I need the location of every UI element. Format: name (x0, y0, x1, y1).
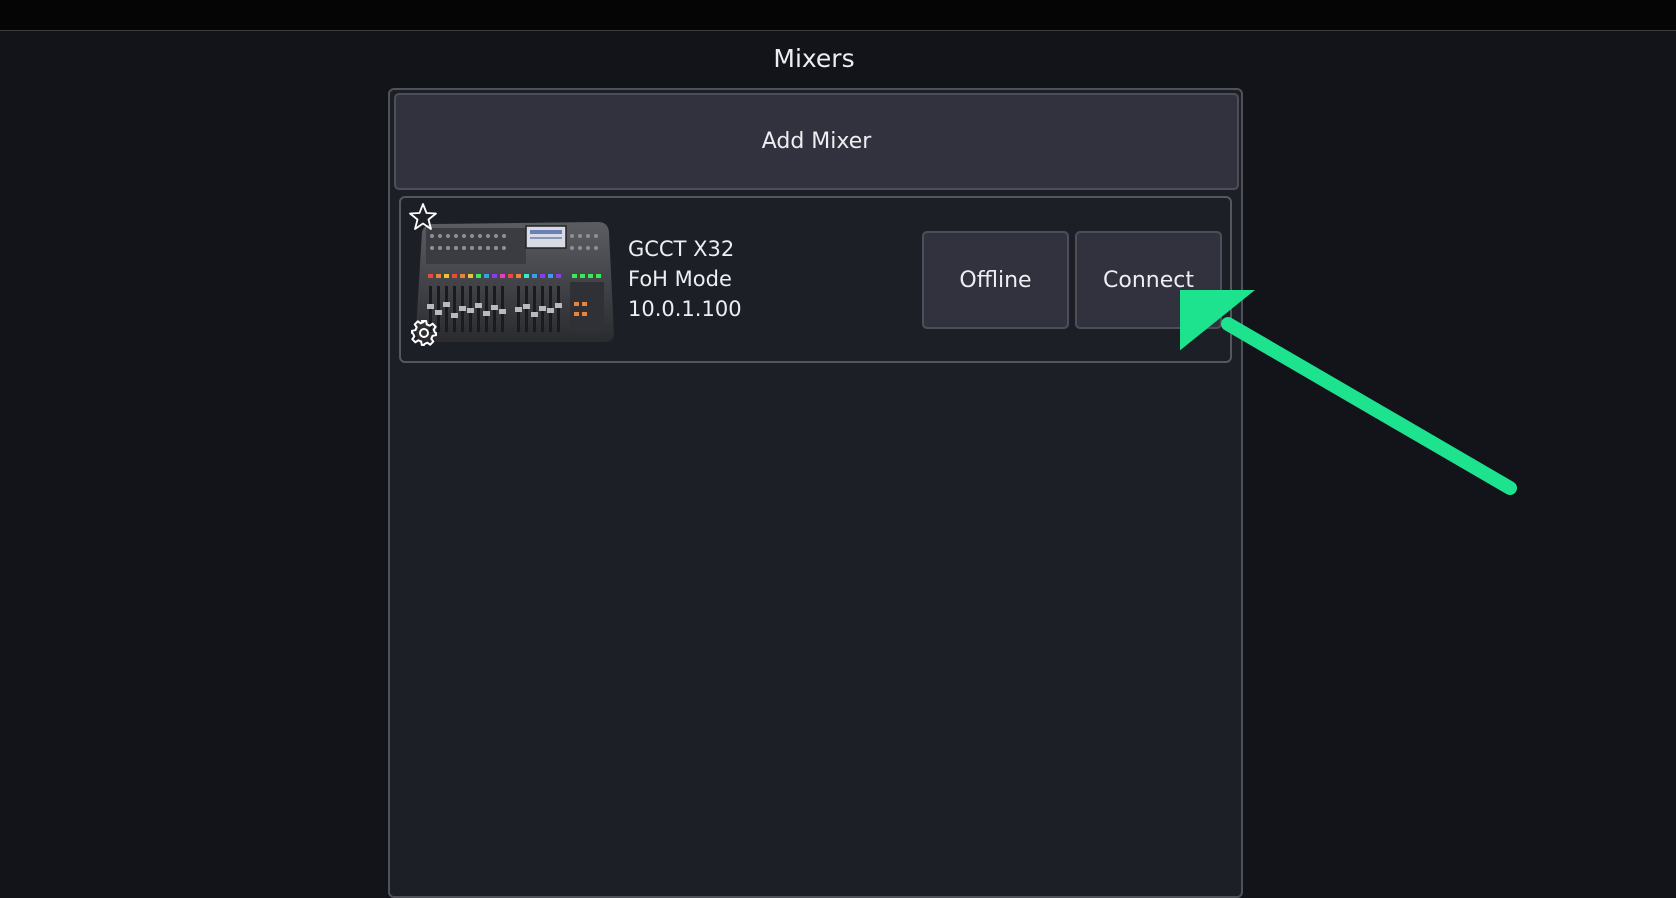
settings-gear-icon[interactable] (410, 319, 438, 347)
favorite-star-icon[interactable] (408, 202, 438, 232)
mixer-card[interactable]: GCCT X32 FoH Mode 10.0.1.100 Offline Con… (399, 196, 1232, 363)
add-mixer-button[interactable]: Add Mixer (394, 93, 1239, 190)
mixer-info: GCCT X32 FoH Mode 10.0.1.100 (628, 234, 742, 324)
mixer-ip-address: 10.0.1.100 (628, 297, 742, 321)
top-bar (0, 0, 1676, 31)
mixer-list-panel: Add Mixer GCCT X32 FoH Mode 10.0.1.100 O… (388, 88, 1243, 898)
page-title: Mixers (773, 44, 855, 73)
offline-button[interactable]: Offline (922, 231, 1069, 329)
mixer-mode: FoH Mode (628, 267, 732, 291)
mixer-name: GCCT X32 (628, 237, 735, 261)
mixer-thumbnail-image (416, 222, 614, 342)
connect-button[interactable]: Connect (1075, 231, 1222, 329)
